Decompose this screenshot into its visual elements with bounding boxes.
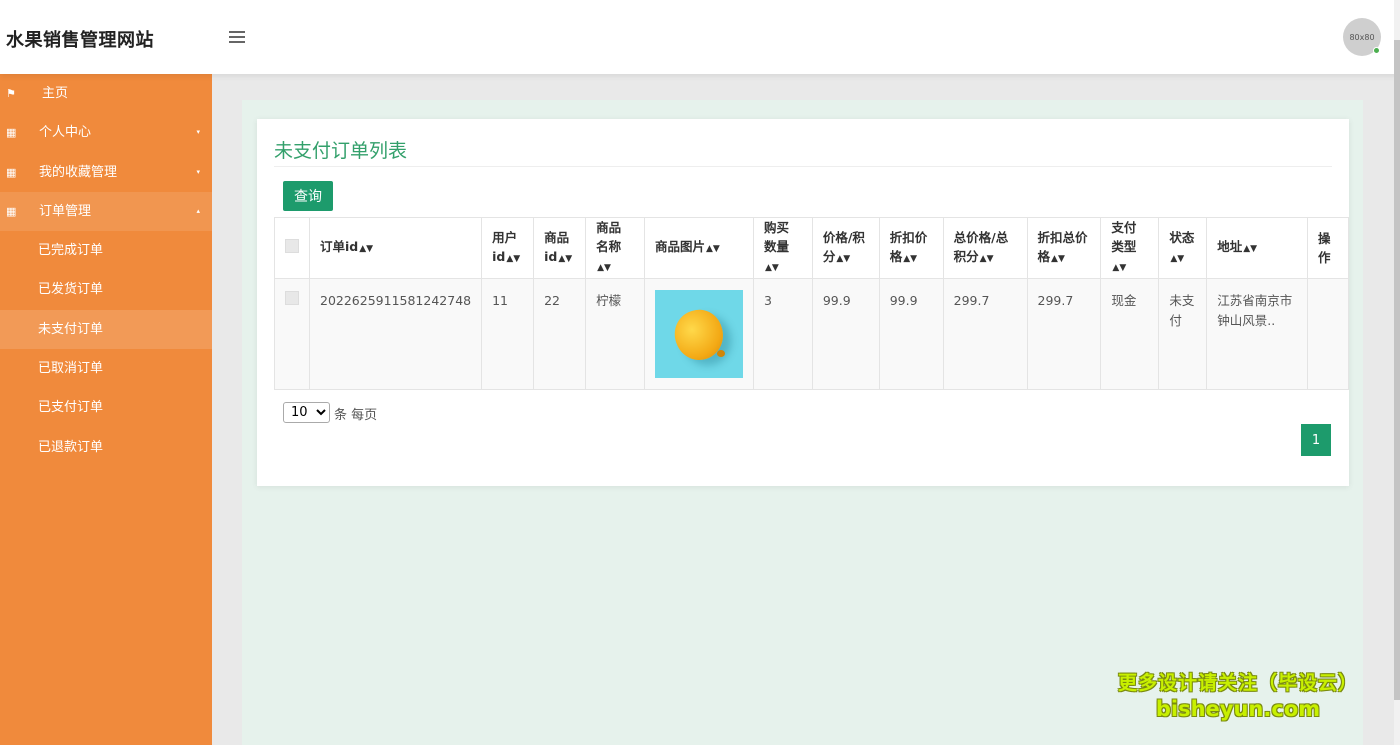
cell-order-id: 2022625911581242748 bbox=[308, 278, 483, 390]
sort-icon: ▲▼ bbox=[597, 263, 611, 273]
sort-icon: ▲▼ bbox=[1112, 263, 1127, 273]
select-all-cell bbox=[274, 217, 310, 279]
chevron-down-icon: ▾ bbox=[196, 167, 200, 176]
sidebar-item-personal-center[interactable]: ▦ 个人中心 ▾ bbox=[0, 113, 212, 152]
grid-icon: ▦ bbox=[6, 126, 17, 140]
column-header[interactable]: 商品 名称▲▼ bbox=[585, 217, 645, 279]
sort-icon: ▲▼ bbox=[1051, 253, 1065, 264]
cell-actions bbox=[1306, 278, 1350, 390]
cell-pay-type: 现金 bbox=[1100, 278, 1160, 390]
column-header: 操作 bbox=[1306, 217, 1350, 279]
sidebar-subitem-paid[interactable]: 已支付订单 bbox=[0, 388, 212, 427]
sort-icon: ▲▼ bbox=[558, 253, 573, 264]
sidebar-subitem-unpaid[interactable]: 未支付订单 bbox=[0, 309, 212, 350]
orders-table: 订单id▲▼ 用户 id▲▼ 商品 id▲▼ 商品 名称▲▼ 商品图片▲▼ 购买 数量▲… bbox=[274, 217, 1350, 390]
table-header-row: 订单id▲▼ 用户 id▲▼ 商品 id▲▼ 商品 名称▲▼ 商品图片▲▼ 购买 数量▲… bbox=[274, 217, 1350, 279]
column-header[interactable]: 购买 数量▲▼ bbox=[752, 217, 813, 279]
sort-icon: ▲▼ bbox=[506, 253, 521, 264]
page-title: 未支付订单列表 bbox=[274, 140, 408, 162]
column-header[interactable]: 总价格/总 积分▲▼ bbox=[942, 217, 1028, 279]
sort-icon: ▲▼ bbox=[359, 244, 374, 254]
row-checkbox[interactable] bbox=[285, 291, 299, 305]
sort-icon: ▲▼ bbox=[1243, 244, 1258, 254]
column-header[interactable]: 折扣价 格▲▼ bbox=[878, 217, 944, 279]
sort-icon: ▲▼ bbox=[836, 253, 851, 264]
select-all-checkbox[interactable] bbox=[285, 238, 299, 253]
cell-discount-price: 99.9 bbox=[878, 278, 944, 390]
row-select-cell bbox=[274, 278, 310, 390]
sidebar: ⚑ 主页 ▦ 个人中心 ▾ ▦ 我的收藏管理 ▾ ▦ 订单管理 ▴ 已完成订单 … bbox=[0, 74, 212, 745]
cell-product-image bbox=[643, 278, 754, 390]
sort-icon: ▲▼ bbox=[903, 253, 918, 264]
flag-icon: ⚑ bbox=[6, 87, 16, 100]
watermark: 更多设计请关注（毕设云） bisheyun.com bbox=[1118, 668, 1358, 721]
sort-icon: ▲▼ bbox=[764, 263, 779, 273]
menu-toggle-icon[interactable] bbox=[229, 31, 245, 44]
cell-total-price: 299.7 bbox=[942, 278, 1028, 390]
online-status-dot bbox=[1373, 47, 1380, 54]
sort-icon: ▲▼ bbox=[979, 253, 994, 264]
avatar[interactable]: 80x80 bbox=[1343, 18, 1381, 56]
sidebar-subitem-shipped[interactable]: 已发货订单 bbox=[0, 270, 212, 309]
cell-price: 99.9 bbox=[811, 278, 880, 390]
sidebar-subitem-cancelled[interactable]: 已取消订单 bbox=[0, 349, 212, 388]
sidebar-item-favorites[interactable]: ▦ 我的收藏管理 ▾ bbox=[0, 153, 212, 192]
sidebar-subitem-completed[interactable]: 已完成订单 bbox=[0, 231, 212, 270]
per-page-label: 条 每页 bbox=[334, 408, 378, 423]
column-header[interactable]: 地址▲▼ bbox=[1206, 217, 1308, 279]
pagination-page-1[interactable]: 1 bbox=[1301, 424, 1331, 456]
column-header[interactable]: 订单id▲▼ bbox=[308, 217, 483, 279]
title-divider bbox=[274, 166, 1332, 167]
app-title: 水果销售管理网站 bbox=[6, 30, 154, 51]
sidebar-item-label: 订单管理 bbox=[39, 203, 92, 219]
column-header[interactable]: 状态 ▲▼ bbox=[1158, 217, 1208, 279]
column-header[interactable]: 支付 类型▲▼ bbox=[1100, 217, 1160, 279]
watermark-line-1: 更多设计请关注（毕设云） bbox=[1118, 672, 1359, 694]
sort-icon: ▲▼ bbox=[1170, 253, 1185, 264]
column-header[interactable]: 用户 id▲▼ bbox=[481, 217, 535, 279]
chevron-down-icon: ▾ bbox=[196, 128, 200, 137]
sort-icon: ▲▼ bbox=[705, 244, 720, 254]
grid-icon: ▦ bbox=[6, 165, 17, 179]
column-header[interactable]: 商品图片▲▼ bbox=[643, 217, 754, 279]
sidebar-subitem-refunded[interactable]: 已退款订单 bbox=[0, 428, 212, 467]
orders-panel: 未支付订单列表 查询 订单id▲▼ 用户 id▲▼ 商品 id▲▼ 商品 名称▲▼ 商… bbox=[257, 119, 1350, 486]
sidebar-item-label: 我的收藏管理 bbox=[39, 164, 118, 180]
page-size-select[interactable]: 10 bbox=[283, 402, 330, 423]
column-header[interactable]: 商品 id▲▼ bbox=[533, 217, 587, 279]
column-header[interactable]: 价格/积 分▲▼ bbox=[811, 217, 880, 279]
sidebar-item-label: 主页 bbox=[42, 86, 69, 101]
grid-icon: ▦ bbox=[6, 204, 17, 218]
watermark-line-2: bisheyun.com bbox=[1155, 697, 1321, 721]
cell-product-name: 柠檬 bbox=[585, 278, 645, 390]
sidebar-item-orders[interactable]: ▦ 订单管理 ▴ bbox=[0, 191, 212, 232]
table-row: 2022625911581242748 11 22 柠檬 3 99.9 99.9… bbox=[274, 278, 1350, 390]
avatar-placeholder-text: 80x80 bbox=[1349, 32, 1375, 42]
query-button[interactable]: 查询 bbox=[283, 181, 333, 211]
cell-user-id: 11 bbox=[481, 278, 535, 390]
cell-product-id: 22 bbox=[533, 278, 587, 390]
sidebar-item-label: 个人中心 bbox=[39, 125, 92, 141]
lemon-image[interactable] bbox=[654, 290, 743, 378]
chevron-up-icon: ▴ bbox=[196, 206, 200, 215]
scrollbar-thumb[interactable] bbox=[1394, 40, 1400, 700]
page-scrollbar[interactable] bbox=[1394, 0, 1400, 745]
cell-discount-total: 299.7 bbox=[1026, 278, 1102, 390]
column-header[interactable]: 折扣总价 格▲▼ bbox=[1026, 217, 1102, 279]
top-bar: 水果销售管理网站 80x80 bbox=[0, 0, 1400, 74]
cell-address: 江苏省南京市钟山风景.. bbox=[1206, 278, 1308, 390]
sidebar-item-home[interactable]: ⚑ 主页 bbox=[0, 74, 212, 113]
cell-quantity: 3 bbox=[752, 278, 813, 390]
cell-status: 未支付 bbox=[1158, 278, 1208, 390]
